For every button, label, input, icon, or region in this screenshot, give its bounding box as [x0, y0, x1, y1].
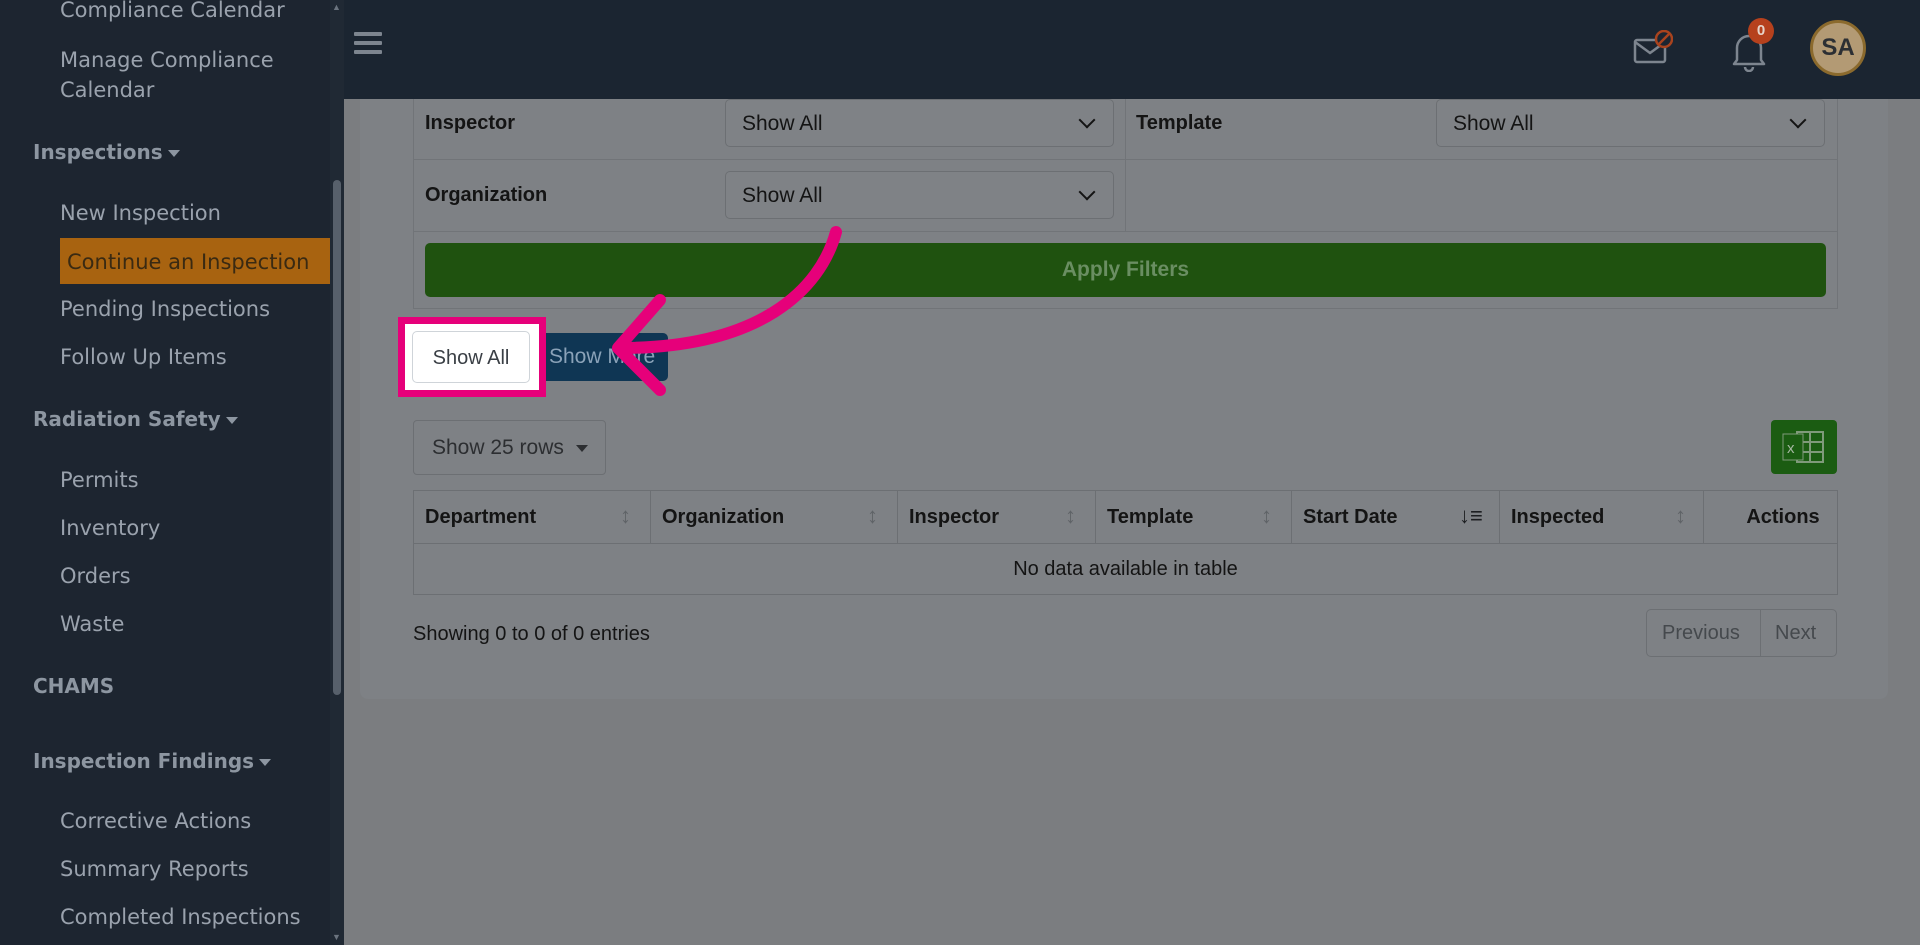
- previous-button[interactable]: Previous: [1662, 622, 1740, 645]
- sidebar-item-follow-up-items[interactable]: Follow Up Items: [60, 345, 227, 369]
- sort-icon[interactable]: ↕: [1675, 503, 1686, 529]
- sidebar-item-orders[interactable]: Orders: [60, 564, 131, 588]
- column-header-organization[interactable]: Organization: [662, 491, 784, 543]
- sidebar-item-continue-inspection[interactable]: Continue an Inspection: [60, 238, 330, 284]
- sidebar-item-corrective-actions[interactable]: Corrective Actions: [60, 809, 251, 833]
- organization-select[interactable]: Show All: [725, 171, 1114, 219]
- top-bar: [344, 0, 1920, 99]
- svg-text:x: x: [1787, 440, 1795, 457]
- sort-icon[interactable]: ↕: [1261, 503, 1272, 529]
- column-header-actions: Actions: [1746, 506, 1820, 528]
- organization-label: Organization: [425, 184, 548, 206]
- column-header-department[interactable]: Department: [425, 491, 536, 543]
- sidebar: Compliance Calendar Manage Compliance Ca…: [0, 0, 330, 945]
- sort-icon[interactable]: ↕: [620, 503, 631, 529]
- sidebar-item-label: Continue an Inspection: [67, 250, 310, 274]
- rows-label: Show 25 rows: [432, 436, 564, 459]
- avatar[interactable]: SA: [1810, 20, 1866, 76]
- caret-down-icon: [225, 417, 238, 424]
- sort-descending-icon[interactable]: ↓≡: [1459, 503, 1483, 529]
- hamburger-menu-icon[interactable]: [354, 32, 382, 56]
- mail-blocked-icon[interactable]: [1633, 30, 1673, 64]
- scroll-down-icon[interactable]: ▼: [332, 932, 341, 942]
- template-value: Show All: [1453, 112, 1534, 135]
- inspector-select[interactable]: Show All: [725, 99, 1114, 147]
- organization-value: Show All: [742, 184, 823, 207]
- caret-down-icon: [575, 444, 588, 452]
- sidebar-section-inspections[interactable]: Inspections: [33, 140, 180, 164]
- excel-export-icon[interactable]: x: [1771, 420, 1837, 474]
- caret-down-icon: [167, 150, 180, 157]
- sidebar-section-inspection-findings[interactable]: Inspection Findings: [33, 749, 272, 773]
- section-label: Radiation Safety: [33, 407, 221, 431]
- scrollbar-thumb[interactable]: [333, 180, 341, 695]
- column-header-template[interactable]: Template: [1107, 491, 1193, 543]
- sidebar-item-new-inspection[interactable]: New Inspection: [60, 201, 221, 225]
- sidebar-item-compliance-calendar[interactable]: Compliance Calendar: [60, 0, 285, 22]
- sidebar-section-radiation-safety[interactable]: Radiation Safety: [33, 407, 238, 431]
- rows-per-page-dropdown[interactable]: Show 25 rows: [413, 420, 606, 475]
- inspector-label: Inspector: [425, 112, 516, 134]
- scroll-up-icon[interactable]: ▲: [332, 2, 341, 12]
- caret-down-icon: [259, 759, 272, 766]
- sidebar-item-permits[interactable]: Permits: [60, 468, 139, 492]
- section-label: Inspection Findings: [33, 749, 255, 773]
- column-header-inspected[interactable]: Inspected: [1511, 491, 1604, 543]
- sidebar-item-manage-compliance[interactable]: Manage Compliance: [60, 48, 274, 72]
- sort-icon[interactable]: ↕: [1065, 503, 1076, 529]
- sidebar-scrollbar[interactable]: ▲ ▼: [330, 0, 344, 945]
- next-button[interactable]: Next: [1775, 622, 1816, 645]
- pointer-arrow-icon: [612, 226, 842, 396]
- sidebar-item-waste[interactable]: Waste: [60, 612, 124, 636]
- sidebar-item-completed-inspections[interactable]: Completed Inspections: [60, 905, 301, 929]
- sidebar-section-chams[interactable]: CHAMS: [33, 674, 114, 698]
- column-header-start-date[interactable]: Start Date: [1303, 491, 1397, 543]
- pagination: Previous Next: [1646, 609, 1837, 657]
- section-label: Inspections: [33, 140, 163, 164]
- inspections-table: Department ↕ Organization ↕ Inspector ↕ …: [413, 490, 1838, 595]
- chevron-down-icon: [1789, 111, 1807, 129]
- sort-icon[interactable]: ↕: [867, 503, 878, 529]
- empty-table-message: No data available in table: [1013, 558, 1238, 580]
- inspector-value: Show All: [742, 112, 823, 135]
- table-info: Showing 0 to 0 of 0 entries: [413, 623, 650, 645]
- sidebar-item-pending-inspections[interactable]: Pending Inspections: [60, 297, 270, 321]
- show-all-button[interactable]: Show All: [412, 331, 530, 383]
- chevron-down-icon: [1078, 183, 1096, 201]
- template-select[interactable]: Show All: [1436, 99, 1825, 147]
- notification-badge: 0: [1748, 18, 1774, 44]
- sidebar-item-manage-compliance-calendar[interactable]: Calendar: [60, 78, 154, 102]
- template-label: Template: [1136, 112, 1223, 134]
- chevron-down-icon: [1078, 111, 1096, 129]
- sidebar-item-summary-reports[interactable]: Summary Reports: [60, 857, 249, 881]
- sidebar-item-inventory[interactable]: Inventory: [60, 516, 160, 540]
- column-header-inspector[interactable]: Inspector: [909, 491, 999, 543]
